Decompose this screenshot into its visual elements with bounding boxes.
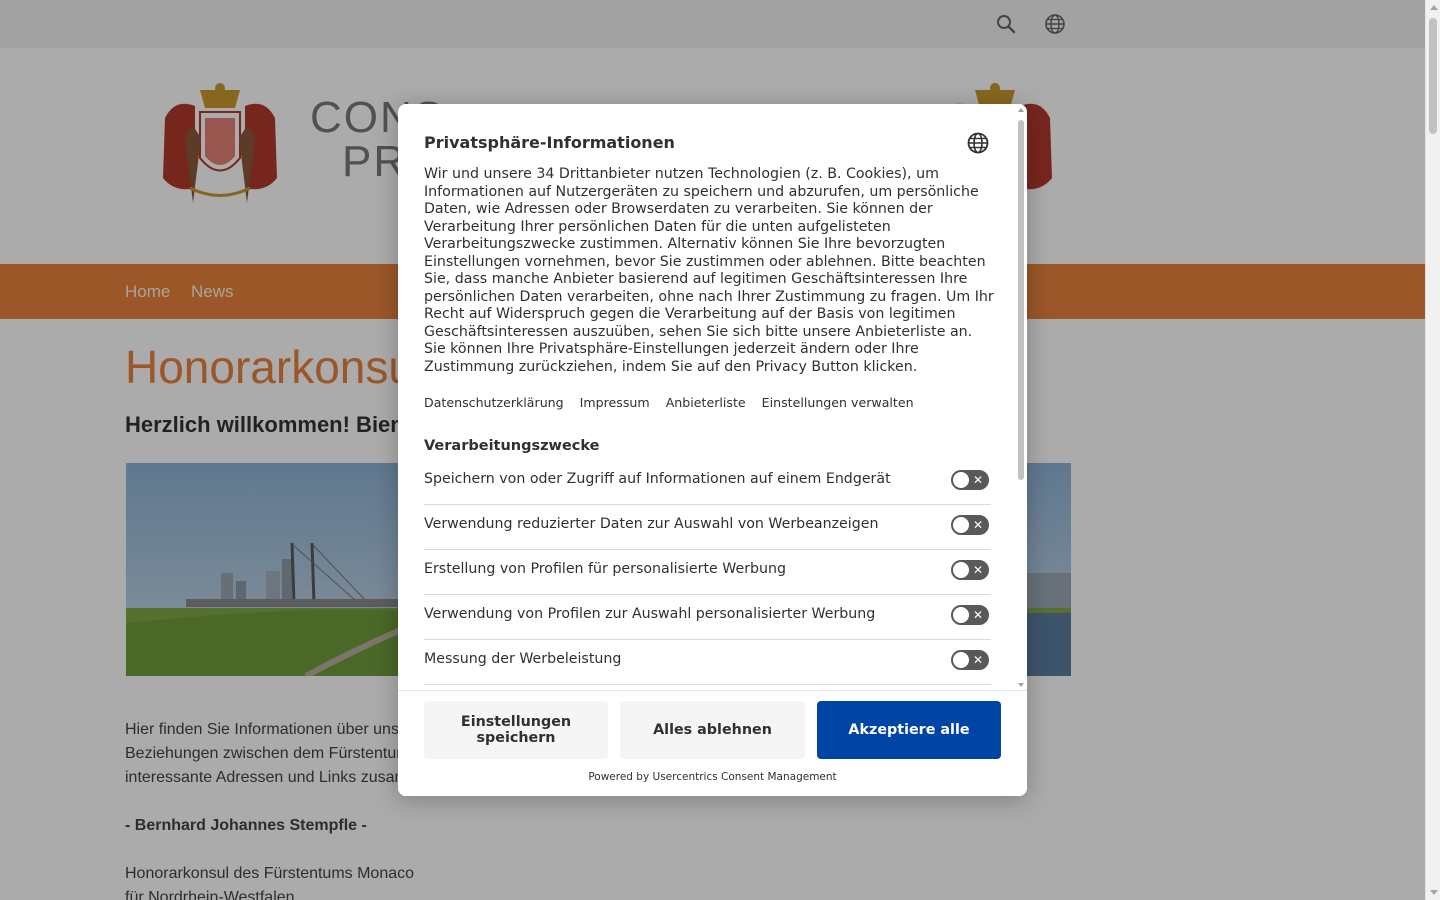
language-globe-icon[interactable]	[967, 132, 989, 154]
consent-description: Wir und unsere 34 Drittanbieter nutzen T…	[424, 166, 994, 375]
toggle-knob	[953, 652, 969, 668]
purpose-row: Verwendung reduzierter Daten zur Auswahl…	[424, 505, 991, 550]
consent-scroll-down-icon[interactable]	[1018, 683, 1024, 687]
page-scrollbar-thumb[interactable]	[1429, 18, 1437, 134]
privacy-policy-link[interactable]: Datenschutzerklärung	[424, 395, 564, 410]
consent-footer: Einstellungen speichern Alles ablehnen A…	[398, 690, 1027, 796]
consent-scroll-area[interactable]: Privatsphäre-Informationen Wir und unser…	[398, 104, 1027, 690]
purpose-label: Messung der Werbeleistung	[424, 651, 622, 667]
toggle-off-x-icon: ✕	[972, 473, 983, 487]
vendor-list-link[interactable]: Anbieterliste	[666, 395, 746, 410]
toggle-knob	[953, 562, 969, 578]
consent-scroll-up-icon[interactable]	[1018, 108, 1024, 112]
purpose-toggle[interactable]: ✕	[951, 605, 989, 625]
purpose-toggle[interactable]: ✕	[951, 470, 989, 490]
toggle-off-x-icon: ✕	[972, 518, 983, 532]
toggle-knob	[953, 607, 969, 623]
save-settings-button[interactable]: Einstellungen speichern	[424, 701, 608, 759]
scroll-up-arrow-icon[interactable]	[1430, 5, 1438, 10]
purpose-toggle[interactable]: ✕	[951, 515, 989, 535]
powered-by-text[interactable]: Powered by Usercentrics Consent Manageme…	[398, 771, 1027, 783]
imprint-link[interactable]: Impressum	[580, 395, 650, 410]
purposes-heading: Verarbeitungszwecke	[424, 438, 600, 454]
page-scrollbar[interactable]	[1425, 0, 1440, 900]
purpose-row: Verwendung von Profilen zur Auswahl pers…	[424, 595, 991, 640]
purpose-toggle[interactable]: ✕	[951, 560, 989, 580]
toggle-off-x-icon: ✕	[972, 653, 983, 667]
toggle-off-x-icon: ✕	[972, 563, 983, 577]
toggle-knob	[953, 517, 969, 533]
toggle-knob	[953, 472, 969, 488]
purpose-row: Messung der Werbeleistung ✕	[424, 640, 991, 685]
deny-all-button[interactable]: Alles ablehnen	[620, 701, 805, 759]
purpose-label: Verwendung reduzierter Daten zur Auswahl…	[424, 516, 879, 532]
consent-scrollbar[interactable]	[1015, 104, 1027, 690]
consent-title: Privatsphäre-Informationen	[424, 133, 675, 152]
consent-links: Datenschutzerklärung Impressum Anbieterl…	[424, 395, 926, 410]
purpose-row: Speichern von oder Zugriff auf Informati…	[424, 460, 991, 505]
purpose-row: Erstellung von Profilen für personalisie…	[424, 550, 991, 595]
manage-settings-link[interactable]: Einstellungen verwalten	[762, 395, 914, 410]
accept-all-button[interactable]: Akzeptiere alle	[817, 701, 1001, 759]
consent-scrollbar-thumb[interactable]	[1018, 120, 1024, 480]
scroll-down-arrow-icon[interactable]	[1430, 890, 1438, 895]
purpose-label: Erstellung von Profilen für personalisie…	[424, 561, 787, 577]
purpose-label: Verwendung von Profilen zur Auswahl pers…	[424, 606, 876, 622]
consent-dialog: Privatsphäre-Informationen Wir und unser…	[398, 104, 1027, 796]
toggle-off-x-icon: ✕	[972, 608, 983, 622]
purpose-label: Speichern von oder Zugriff auf Informati…	[424, 471, 891, 487]
purpose-toggle[interactable]: ✕	[951, 650, 989, 670]
